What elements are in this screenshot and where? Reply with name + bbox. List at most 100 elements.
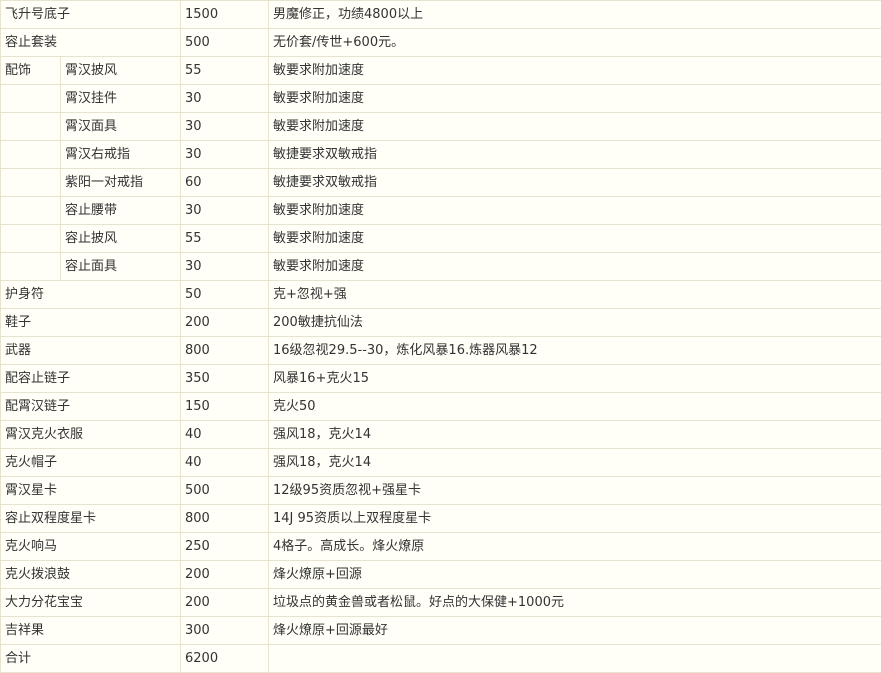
price-cell: 30: [181, 197, 269, 225]
table-row: 武器 800 16级忽视29.5--30，炼化风暴16.炼器风暴12: [1, 337, 881, 365]
note-cell: 14J 95资质以上双程度星卡: [269, 505, 881, 533]
item-cell: 霄汉星卡: [1, 477, 181, 505]
table-row: 大力分花宝宝 200 垃圾点的黄金兽或者松鼠。好点的大保健+1000元: [1, 589, 881, 617]
price-cell: 200: [181, 561, 269, 589]
table-row: 配霄汉链子 150 克火50: [1, 393, 881, 421]
table-row: 吉祥果 300 烽火燎原+回源最好: [1, 617, 881, 645]
category-cell-empty: [1, 169, 61, 197]
price-cell: 500: [181, 29, 269, 57]
note-cell: 烽火燎原+回源: [269, 561, 881, 589]
category-cell-empty: [1, 113, 61, 141]
category-cell-empty: [1, 85, 61, 113]
item-cell: 飞升号底子: [1, 1, 181, 29]
sub-item-cell: 霄汉挂件: [61, 85, 181, 113]
sub-item-cell: 容止披风: [61, 225, 181, 253]
price-cell: 55: [181, 225, 269, 253]
item-cell: 护身符: [1, 281, 181, 309]
table-row: 容止面具 30 敏要求附加速度: [1, 253, 881, 281]
table-row: 霄汉挂件 30 敏要求附加速度: [1, 85, 881, 113]
price-cell: 30: [181, 113, 269, 141]
note-cell: 敏要求附加速度: [269, 85, 881, 113]
item-cell: 克火帽子: [1, 449, 181, 477]
table-row: 容止套装 500 无价套/传世+600元。: [1, 29, 881, 57]
item-cell: 武器: [1, 337, 181, 365]
item-cell: 霄汉克火衣服: [1, 421, 181, 449]
note-cell: 敏要求附加速度: [269, 253, 881, 281]
table-row: 霄汉星卡 500 12级95资质忽视+强星卡: [1, 477, 881, 505]
price-cell: 800: [181, 337, 269, 365]
table-row: 配容止链子 350 风暴16+克火15: [1, 365, 881, 393]
item-cell: 克火拨浪鼓: [1, 561, 181, 589]
category-cell-empty: [1, 141, 61, 169]
price-cell: 50: [181, 281, 269, 309]
price-cell: 150: [181, 393, 269, 421]
item-cell: 配容止链子: [1, 365, 181, 393]
note-cell: 200敏捷抗仙法: [269, 309, 881, 337]
note-cell: 敏要求附加速度: [269, 197, 881, 225]
note-cell: 敏要求附加速度: [269, 57, 881, 85]
category-cell-empty: [1, 197, 61, 225]
note-cell: 垃圾点的黄金兽或者松鼠。好点的大保健+1000元: [269, 589, 881, 617]
price-cell: 200: [181, 309, 269, 337]
note-cell: 敏要求附加速度: [269, 113, 881, 141]
category-cell: 配饰: [1, 57, 61, 85]
category-cell-empty: [1, 253, 61, 281]
table-row: 克火拨浪鼓 200 烽火燎原+回源: [1, 561, 881, 589]
table-row: 霄汉面具 30 敏要求附加速度: [1, 113, 881, 141]
note-cell: 16级忽视29.5--30，炼化风暴16.炼器风暴12: [269, 337, 881, 365]
sub-item-cell: 霄汉披风: [61, 57, 181, 85]
item-cell: 配霄汉链子: [1, 393, 181, 421]
sub-item-cell: 容止腰带: [61, 197, 181, 225]
note-cell: 克+忽视+强: [269, 281, 881, 309]
note-cell: 强风18，克火14: [269, 449, 881, 477]
price-cell: 200: [181, 589, 269, 617]
price-cell: 350: [181, 365, 269, 393]
note-cell: 强风18，克火14: [269, 421, 881, 449]
price-cell: 300: [181, 617, 269, 645]
table-row: 紫阳一对戒指 60 敏捷要求双敏戒指: [1, 169, 881, 197]
table-row: 容止披风 55 敏要求附加速度: [1, 225, 881, 253]
note-cell: 无价套/传世+600元。: [269, 29, 881, 57]
price-cell: 40: [181, 449, 269, 477]
table-row: 容止腰带 30 敏要求附加速度: [1, 197, 881, 225]
table-row: 克火帽子 40 强风18，克火14: [1, 449, 881, 477]
note-cell: 克火50: [269, 393, 881, 421]
item-cell: 容止套装: [1, 29, 181, 57]
note-cell: 敏要求附加速度: [269, 225, 881, 253]
table-row: 霄汉右戒指 30 敏捷要求双敏戒指: [1, 141, 881, 169]
category-cell-empty: [1, 225, 61, 253]
item-cell: 吉祥果: [1, 617, 181, 645]
price-cell: 30: [181, 85, 269, 113]
total-row: 合计 6200: [1, 645, 881, 673]
table-row: 容止双程度星卡 800 14J 95资质以上双程度星卡: [1, 505, 881, 533]
price-cell: 1500: [181, 1, 269, 29]
price-table: 飞升号底子 1500 男魔修正，功绩4800以上 容止套装 500 无价套/传世…: [0, 0, 881, 673]
item-cell: 克火响马: [1, 533, 181, 561]
total-label: 合计: [1, 645, 181, 673]
note-cell: 烽火燎原+回源最好: [269, 617, 881, 645]
table-row: 霄汉克火衣服 40 强风18，克火14: [1, 421, 881, 449]
sub-item-cell: 紫阳一对戒指: [61, 169, 181, 197]
sub-item-cell: 霄汉右戒指: [61, 141, 181, 169]
table-row: 护身符 50 克+忽视+强: [1, 281, 881, 309]
price-cell: 30: [181, 253, 269, 281]
item-cell: 鞋子: [1, 309, 181, 337]
note-cell: 风暴16+克火15: [269, 365, 881, 393]
table-row: 配饰 霄汉披风 55 敏要求附加速度: [1, 57, 881, 85]
sub-item-cell: 霄汉面具: [61, 113, 181, 141]
sub-item-cell: 容止面具: [61, 253, 181, 281]
note-cell: [269, 645, 881, 673]
note-cell: 12级95资质忽视+强星卡: [269, 477, 881, 505]
total-value: 6200: [181, 645, 269, 673]
note-cell: 敏捷要求双敏戒指: [269, 169, 881, 197]
item-cell: 容止双程度星卡: [1, 505, 181, 533]
note-cell: 男魔修正，功绩4800以上: [269, 1, 881, 29]
note-cell: 4格子。高成长。烽火燎原: [269, 533, 881, 561]
table-row: 鞋子 200 200敏捷抗仙法: [1, 309, 881, 337]
price-cell: 500: [181, 477, 269, 505]
price-cell: 60: [181, 169, 269, 197]
price-cell: 30: [181, 141, 269, 169]
table-row: 克火响马 250 4格子。高成长。烽火燎原: [1, 533, 881, 561]
note-cell: 敏捷要求双敏戒指: [269, 141, 881, 169]
price-cell: 800: [181, 505, 269, 533]
